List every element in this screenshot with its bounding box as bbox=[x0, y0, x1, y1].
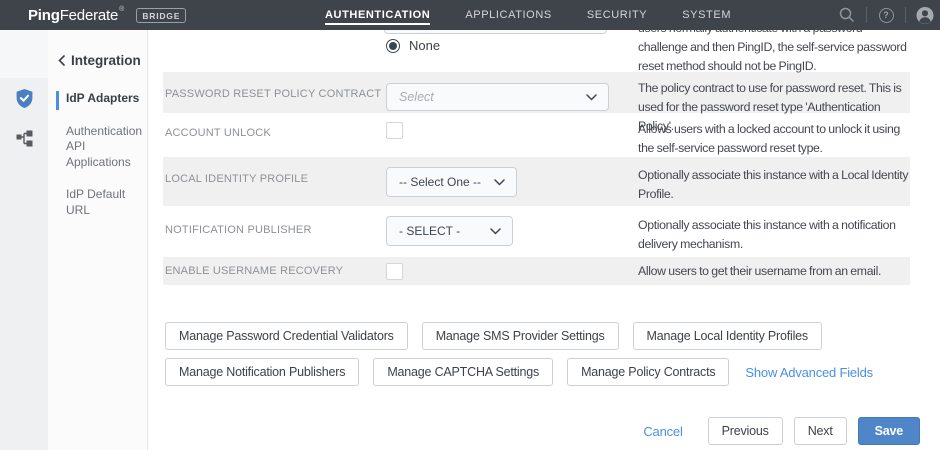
top-bar: Ping Federate ® BRIDGE AUTHENTICATION APPL… bbox=[0, 0, 940, 30]
chevron-down-icon bbox=[490, 228, 501, 235]
form-row-enable-username-recovery: ENABLE USERNAME RECOVERY Allow users to … bbox=[163, 257, 910, 285]
menu-section-title: Integration bbox=[71, 52, 141, 68]
primary-nav: AUTHENTICATION APPLICATIONS SECURITY SYS… bbox=[325, 0, 731, 30]
nav-security[interactable]: SECURITY bbox=[587, 9, 647, 21]
help-glyph: ? bbox=[883, 10, 889, 20]
manage-buttons-row-2: Manage Notification Publishers Manage CA… bbox=[165, 358, 940, 386]
icon-divider bbox=[905, 7, 906, 23]
field-label: LOCAL IDENTITY PROFILE bbox=[165, 173, 309, 185]
brand-logo[interactable]: Ping Federate ® BRIDGE bbox=[28, 0, 187, 30]
field-description: users normally authenticate with a passw… bbox=[638, 30, 907, 73]
manage-notification-publishers-button[interactable]: Manage Notification Publishers bbox=[165, 358, 360, 386]
field-description: Allows users with a locked account to un… bbox=[638, 122, 900, 155]
manage-sms-provider-settings-button[interactable]: Manage SMS Provider Settings bbox=[421, 322, 619, 350]
brand-ping: Ping bbox=[28, 6, 60, 24]
form-row-local-identity-profile: LOCAL IDENTITY PROFILE -- Select One -- … bbox=[163, 157, 910, 206]
cancel-link[interactable]: Cancel bbox=[643, 424, 682, 439]
sidebar-item-authentication-api-applications[interactable]: Authentication API Applications bbox=[48, 124, 147, 171]
select-value: - SELECT - bbox=[399, 224, 461, 238]
icon-rail bbox=[0, 30, 48, 450]
password-reset-policy-contract-select[interactable]: Select bbox=[386, 83, 609, 111]
nav-applications-label: APPLICATIONS bbox=[465, 9, 552, 21]
main-content: None users normally authenticate with a … bbox=[148, 30, 940, 450]
field-description: Allow users to get their username from a… bbox=[638, 264, 882, 278]
bridge-badge: BRIDGE bbox=[136, 7, 187, 23]
field-label: ACCOUNT UNLOCK bbox=[165, 127, 271, 139]
radio-label: None bbox=[409, 38, 441, 53]
menu-back-header[interactable]: Integration bbox=[48, 51, 147, 69]
chevron-down-icon bbox=[494, 179, 505, 186]
field-label: ENABLE USERNAME RECOVERY bbox=[165, 265, 344, 277]
search-icon[interactable] bbox=[838, 6, 856, 24]
sidebar-item-idp-default-url[interactable]: IdP Default URL bbox=[48, 187, 147, 218]
field-label: NOTIFICATION PUBLISHER bbox=[165, 224, 312, 236]
rail-top-tile bbox=[0, 30, 48, 78]
sidebar-item-label: IdP Adapters bbox=[66, 91, 140, 105]
sidebar-item-label: Authentication API Applications bbox=[66, 123, 143, 169]
nav-applications[interactable]: APPLICATIONS bbox=[465, 9, 551, 21]
sidebar-item-label: IdP Default URL bbox=[66, 187, 126, 217]
radio-icon bbox=[386, 38, 400, 53]
top-bar-icons: ? bbox=[838, 0, 934, 30]
previous-button[interactable]: Previous bbox=[707, 417, 783, 445]
show-advanced-fields-link[interactable]: Show Advanced Fields bbox=[745, 365, 873, 380]
form-scroll-area: None users normally authenticate with a … bbox=[148, 30, 940, 445]
user-avatar-icon[interactable] bbox=[916, 6, 934, 24]
radio-option-none[interactable]: None bbox=[386, 30, 638, 53]
bottom-actions: Cancel Previous Next Save bbox=[148, 417, 920, 445]
sidebar-item-idp-adapters[interactable]: IdP Adapters bbox=[48, 91, 147, 110]
pingfederate-app: Ping Federate ® BRIDGE AUTHENTICATION APPL… bbox=[0, 0, 940, 450]
active-indicator-bar bbox=[56, 91, 59, 110]
help-icon[interactable]: ? bbox=[877, 6, 895, 24]
select-value: Select bbox=[399, 90, 434, 104]
sitemap-icon[interactable] bbox=[0, 118, 48, 158]
icon-divider bbox=[866, 7, 867, 23]
field-description: Optionally associate this instance with … bbox=[638, 218, 896, 251]
local-identity-profile-select[interactable]: -- Select One -- bbox=[386, 167, 517, 197]
field-description: Optionally associate this instance with … bbox=[638, 168, 909, 201]
save-button[interactable]: Save bbox=[857, 417, 920, 445]
chevron-left-icon bbox=[58, 54, 65, 66]
form-row-account-unlock: ACCOUNT UNLOCK Allows users with a locke… bbox=[163, 113, 910, 157]
registered-mark: ® bbox=[119, 6, 125, 13]
field-description: The policy contract to use for password … bbox=[638, 81, 902, 133]
account-unlock-checkbox[interactable] bbox=[386, 122, 403, 139]
manage-local-identity-profiles-button[interactable]: Manage Local Identity Profiles bbox=[632, 322, 822, 350]
chevron-down-icon bbox=[586, 94, 597, 101]
nav-authentication[interactable]: AUTHENTICATION bbox=[325, 9, 431, 25]
next-button[interactable]: Next bbox=[793, 417, 847, 445]
nav-system[interactable]: SYSTEM bbox=[682, 9, 731, 21]
brand-federate: Federate bbox=[59, 6, 119, 24]
manage-buttons-row-1: Manage Password Credential Validators Ma… bbox=[165, 322, 940, 350]
nav-security-label: SECURITY bbox=[586, 9, 648, 21]
form-row-password-reset-policy-contract: PASSWORD RESET POLICY CONTRACT Select Th… bbox=[163, 72, 910, 133]
shield-check-icon[interactable] bbox=[0, 78, 48, 118]
field-label bbox=[163, 30, 384, 72]
manage-password-credential-validators-button[interactable]: Manage Password Credential Validators bbox=[165, 322, 408, 350]
select-value: -- Select One -- bbox=[399, 175, 482, 189]
manage-captcha-settings-button[interactable]: Manage CAPTCHA Settings bbox=[373, 358, 554, 386]
nav-authentication-label: AUTHENTICATION bbox=[325, 9, 431, 25]
notification-publisher-select[interactable]: - SELECT - bbox=[386, 216, 513, 246]
form-row-password-reset-type: None users normally authenticate with a … bbox=[163, 30, 910, 73]
form-row-notification-publisher: NOTIFICATION PUBLISHER - SELECT - Option… bbox=[163, 206, 910, 257]
manage-policy-contracts-button[interactable]: Manage Policy Contracts bbox=[567, 358, 730, 386]
enable-username-recovery-checkbox[interactable] bbox=[386, 263, 403, 280]
integration-menu: Integration IdP Adapters Authentication … bbox=[48, 30, 148, 450]
field-label: PASSWORD RESET POLICY CONTRACT bbox=[165, 88, 382, 100]
nav-system-label: SYSTEM bbox=[682, 9, 732, 21]
